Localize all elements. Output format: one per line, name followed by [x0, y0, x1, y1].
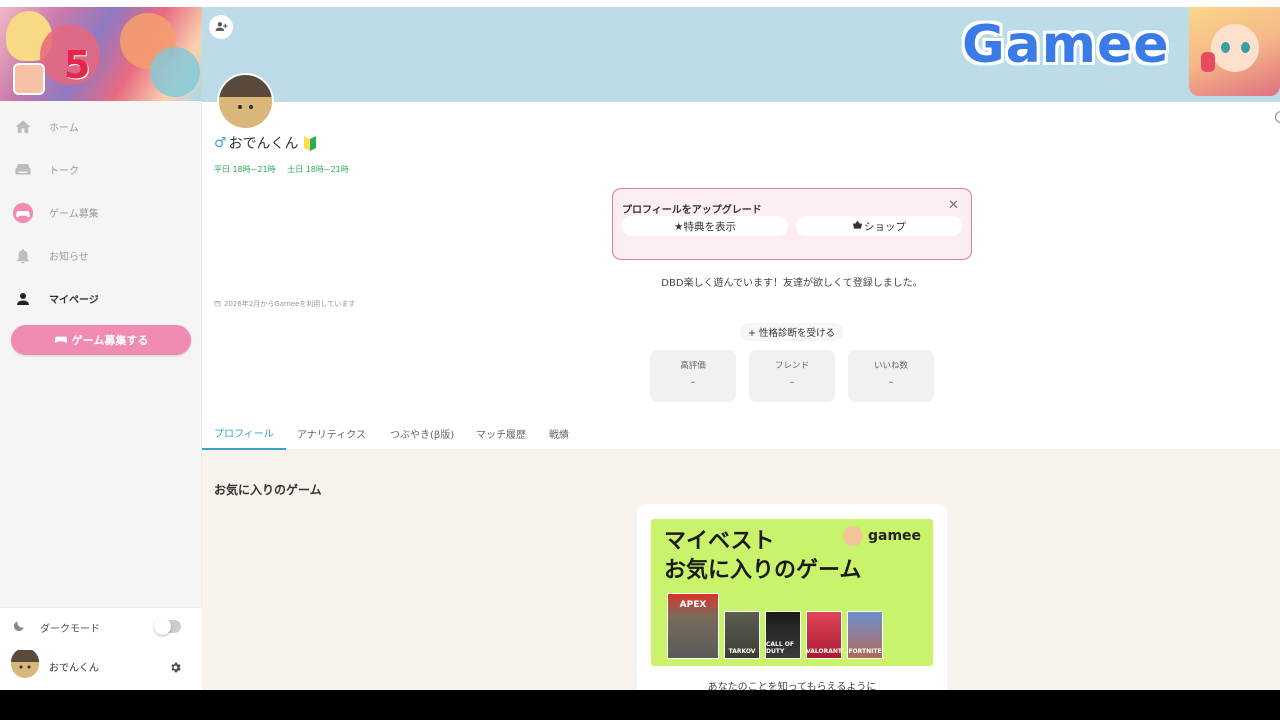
game-thumb-tarkov: TARKOV: [724, 611, 760, 659]
avatar: [11, 648, 39, 682]
main-content: Gamee ♂ おでんくん 平日 18時~21時 土日 18時~21時 プロフィ…: [202, 7, 1280, 690]
profile-bio: DBD楽しく遊んでいます！友達が欲しくて登録しました。: [661, 278, 923, 289]
member-since: 2026年2月からGameeを利用しています: [214, 299, 355, 309]
profile-tabs: プロフィール アナリティクス つぶやき(β版) マッチ履歴 戦績: [202, 417, 1280, 450]
sidebar: 5 ホーム トーク ゲーム募集 お知らせ マイページ ゲーム募集する ダークモー…: [0, 7, 202, 690]
basket-icon: [852, 220, 864, 233]
sidebar-item-label: ホーム: [49, 123, 79, 134]
home-icon: [12, 116, 34, 138]
stat-likes[interactable]: いいね数 –: [848, 350, 934, 402]
shop-button[interactable]: ショップ: [796, 216, 962, 236]
favorite-games-description: あなたのことを知ってもらえるように: [707, 682, 877, 690]
stat-friends[interactable]: フレンド –: [749, 350, 835, 402]
calendar-icon: [214, 300, 221, 309]
stat-value: –: [888, 377, 894, 388]
tab-profile[interactable]: プロフィール: [202, 417, 286, 450]
app-window: 5 ホーム トーク ゲーム募集 お知らせ マイページ ゲーム募集する ダークモー…: [0, 7, 1280, 690]
tab-tweets[interactable]: つぶやき(β版): [390, 417, 454, 450]
sidebar-item-label: ゲーム募集: [49, 209, 99, 220]
gamee-mascot-icon: [843, 526, 863, 546]
weekday-time: 平日 18時~21時: [214, 165, 276, 174]
banner-heading-line2: お気に入りのゲーム: [664, 558, 862, 583]
moon-icon: [12, 618, 26, 637]
personality-test-button[interactable]: + 性格診断を受ける: [740, 323, 843, 341]
profile-name-row: ♂ おでんくん: [214, 133, 316, 153]
profile-cover: Gamee: [202, 7, 1280, 102]
gear-icon[interactable]: [169, 659, 182, 678]
gamee-brand: gamee: [843, 526, 921, 546]
stat-label: フレンド: [774, 361, 809, 371]
sidebar-item-home[interactable]: ホーム: [0, 105, 202, 148]
dark-mode-row: ダークモード: [0, 614, 202, 640]
upgrade-title: プロフィールをアップグレード: [622, 205, 762, 216]
gamee-brand-text: gamee: [868, 528, 922, 544]
stat-rating[interactable]: 高評価 –: [650, 350, 736, 402]
shop-label: ショップ: [864, 220, 906, 233]
sofa-icon: [12, 159, 34, 181]
banner-heading-line1: マイベスト: [664, 529, 775, 554]
edge-circle-icon: [1275, 111, 1280, 123]
stat-value: –: [690, 377, 696, 388]
member-since-text: 2026年2月からGameeを利用しています: [224, 300, 356, 308]
gamepad-icon: [12, 202, 34, 224]
dark-mode-label: ダークモード: [40, 623, 100, 635]
gender-icon: ♂: [214, 135, 227, 151]
banner-thumbnail: [13, 63, 45, 95]
sidebar-item-talk[interactable]: トーク: [0, 148, 202, 191]
favorite-games-card[interactable]: マイベスト お気に入りのゲーム gamee APEX TARKOV CALL O…: [637, 504, 947, 690]
add-friend-button[interactable]: [209, 15, 233, 39]
person-icon: [12, 288, 34, 310]
beginner-mark-icon: [303, 135, 316, 151]
sidebar-user[interactable]: おでんくん: [0, 648, 202, 682]
sidebar-item-label: マイページ: [49, 295, 99, 306]
banner-number: 5: [64, 43, 91, 87]
stat-value: –: [789, 377, 795, 388]
recruit-game-label: ゲーム募集する: [71, 334, 149, 347]
favorite-games-title: お気に入りのゲーム: [214, 483, 322, 497]
show-perks-button[interactable]: ★特典を表示: [622, 216, 788, 236]
sidebar-item-recruit[interactable]: ゲーム募集: [0, 191, 202, 234]
add-user-icon: [215, 18, 228, 37]
bell-icon: [12, 245, 34, 267]
profile-stats: 高評価 – フレンド – いいね数 –: [650, 350, 934, 402]
sidebar-footer: ダークモード おでんくん: [0, 607, 202, 690]
dark-mode-toggle[interactable]: [154, 618, 181, 635]
game-thumb-valorant: VALORANT: [806, 611, 842, 659]
sidebar-item-label: トーク: [49, 166, 79, 177]
play-times: 平日 18時~21時 土日 18時~21時: [214, 164, 358, 175]
game-thumbnails: APEX TARKOV CALL OF DUTY VALORANT FORTNI…: [667, 593, 883, 659]
sidebar-user-name: おでんくん: [49, 662, 99, 674]
profile-tab-content: お気に入りのゲーム マイベスト お気に入りのゲーム gamee APEX TAR…: [202, 450, 1280, 690]
top-strip: [0, 0, 1280, 7]
recruit-game-button[interactable]: ゲーム募集する: [11, 325, 191, 355]
sidebar-item-label: お知らせ: [49, 252, 89, 263]
gamee-logo: Gamee: [962, 15, 1170, 75]
tab-records[interactable]: 戦績: [549, 417, 569, 450]
sidebar-nav: ホーム トーク ゲーム募集 お知らせ マイページ: [0, 105, 202, 320]
close-icon[interactable]: ✕: [948, 198, 959, 213]
bottom-bar: [0, 690, 1280, 720]
stat-label: いいね数: [873, 361, 908, 371]
mascot-image: [1189, 7, 1280, 96]
tab-analytics[interactable]: アナリティクス: [297, 417, 366, 450]
sidebar-item-mypage[interactable]: マイページ: [0, 277, 202, 320]
tab-match-history[interactable]: マッチ履歴: [476, 417, 526, 450]
profile-name: おでんくん: [228, 136, 299, 152]
sidebar-item-notifications[interactable]: お知らせ: [0, 234, 202, 277]
favorite-games-banner: マイベスト お気に入りのゲーム gamee APEX TARKOV CALL O…: [651, 519, 933, 666]
game-thumb-apex: APEX: [667, 593, 719, 659]
profile-avatar[interactable]: [217, 73, 274, 130]
sidebar-banner[interactable]: 5: [0, 7, 202, 101]
banner-heading: マイベスト お気に入りのゲーム: [664, 527, 861, 585]
game-thumb-fortnite: FORTNITE: [847, 611, 883, 659]
game-thumb-cod: CALL OF DUTY: [765, 611, 801, 659]
weekend-time: 土日 18時~21時: [287, 165, 349, 174]
stat-label: 高評価: [680, 361, 706, 371]
upgrade-panel: プロフィールをアップグレード ✕ ★特典を表示 ショップ: [612, 188, 972, 260]
gamepad-icon: [54, 333, 68, 348]
